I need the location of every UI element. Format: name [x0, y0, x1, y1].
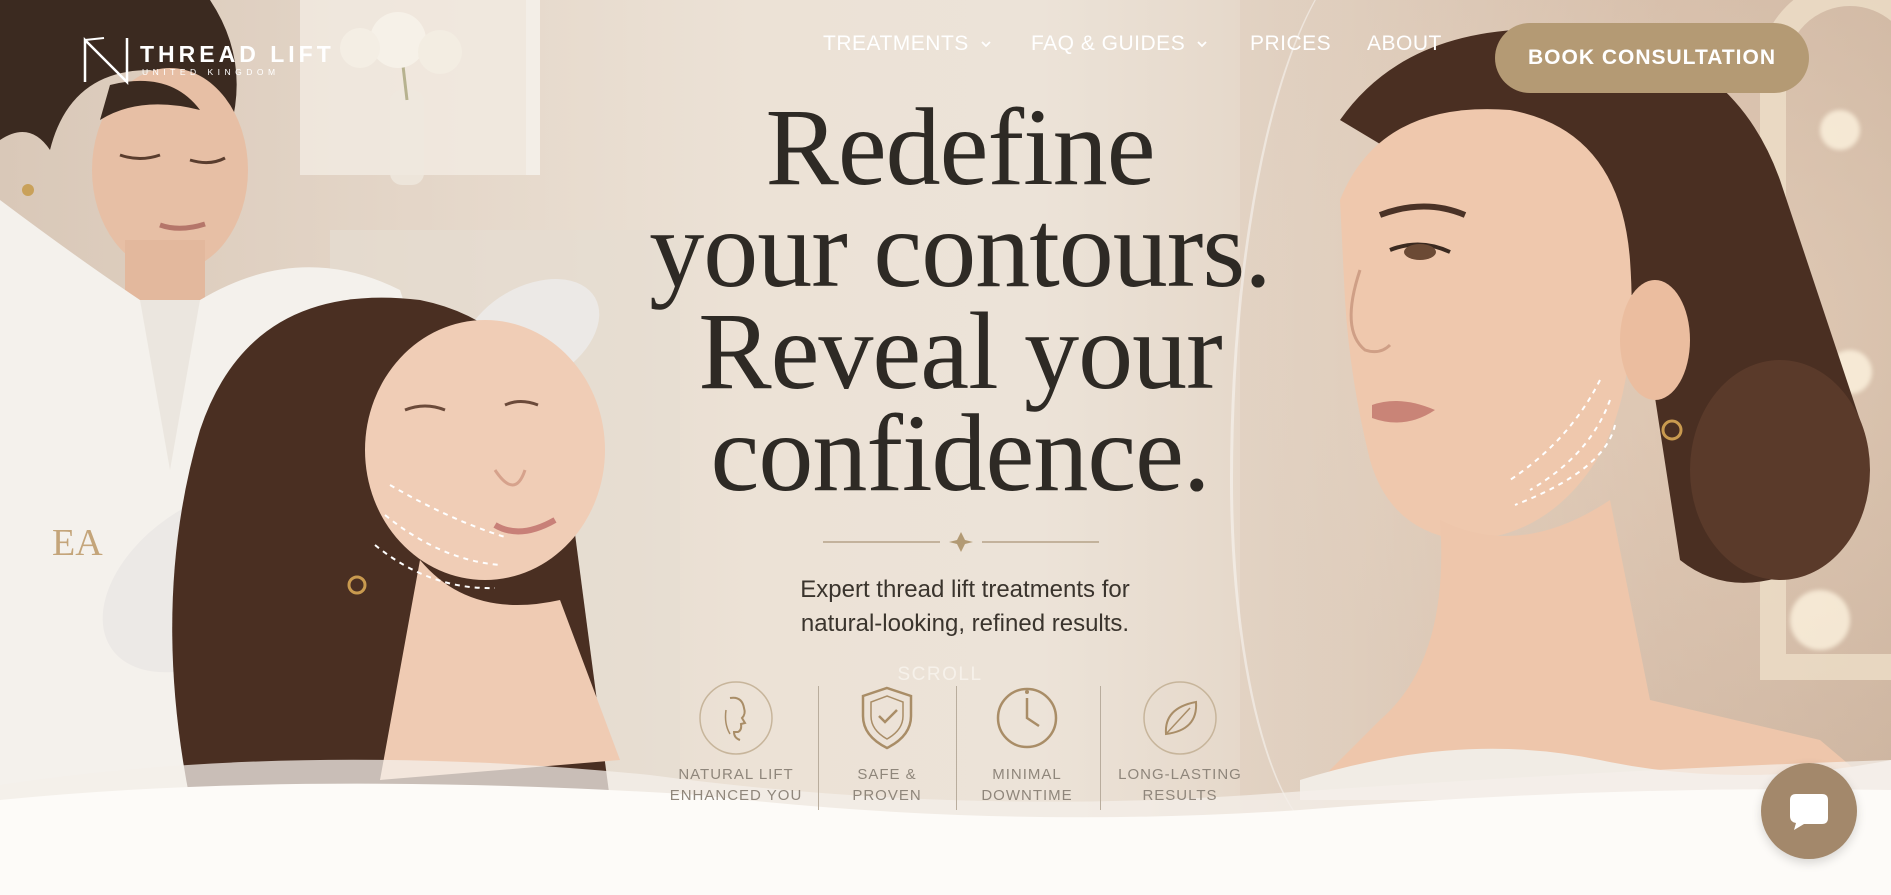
feature-label-line: MINIMAL — [992, 766, 1062, 783]
leaf-icon — [1143, 681, 1217, 755]
chevron-down-icon — [981, 41, 991, 48]
svg-text:EA: EA — [52, 522, 103, 564]
shield-icon — [861, 686, 913, 750]
site-logo[interactable]: THREAD LIFT UNITED KINGDOM — [82, 34, 335, 86]
feature-label-line: LONG-LASTING — [1118, 766, 1242, 783]
nav-item-about[interactable]: ABOUT — [1367, 32, 1442, 56]
nav-item-label: TREATMENTS — [823, 32, 969, 55]
nav-item-label: PRICES — [1250, 32, 1332, 55]
feature-label-line: PROVEN — [852, 787, 922, 804]
clock-icon — [996, 687, 1058, 749]
feature-natural-lift: NATURAL LIFT ENHANCED YOU — [656, 680, 816, 806]
feature-label-line: SAFE & — [857, 766, 917, 783]
face-profile-icon — [699, 681, 773, 755]
headline-line: your contours. — [649, 188, 1271, 310]
feature-long-lasting: LONG-LASTING RESULTS — [1100, 680, 1260, 806]
ornament-divider — [823, 532, 1099, 552]
chevron-down-icon — [1197, 41, 1207, 48]
feature-minimal-downtime: MINIMAL DOWNTIME — [947, 680, 1107, 806]
nav-item-prices[interactable]: PRICES — [1250, 32, 1331, 56]
nav-item-label: ABOUT — [1367, 32, 1442, 55]
chat-widget-button[interactable] — [1761, 763, 1857, 859]
n-monogram-icon — [83, 36, 129, 86]
hero-subtext: Expert thread lift treatments for natura… — [730, 573, 1200, 641]
feature-label-line: NATURAL LIFT — [678, 766, 794, 783]
headline-line: confidence. — [710, 392, 1211, 514]
hero-headline: Redefine your contours. Reveal your conf… — [560, 86, 1360, 514]
book-consultation-button[interactable]: BOOK CONSULTATION — [1495, 23, 1809, 93]
feature-label-line: RESULTS — [1142, 787, 1218, 804]
headline-line: Redefine — [765, 86, 1155, 208]
chat-bubble-icon — [1790, 794, 1828, 830]
subtext-line: Expert thread lift treatments for — [800, 576, 1130, 603]
feature-safe-proven: SAFE & PROVEN — [807, 680, 967, 806]
feature-label-line: ENHANCED YOU — [669, 787, 803, 804]
logo-title: THREAD LIFT — [140, 41, 335, 67]
feature-label-line: DOWNTIME — [981, 787, 1073, 804]
headline-line: Reveal your — [698, 290, 1223, 412]
subtext-line: natural-looking, refined results. — [800, 610, 1130, 637]
logo-subtitle: UNITED KINGDOM — [142, 67, 280, 77]
nav-item-faq-guides[interactable]: FAQ & GUIDES — [1031, 32, 1209, 56]
nav-item-treatments[interactable]: TREATMENTS — [823, 32, 993, 56]
nav-item-label: FAQ & GUIDES — [1031, 32, 1186, 55]
